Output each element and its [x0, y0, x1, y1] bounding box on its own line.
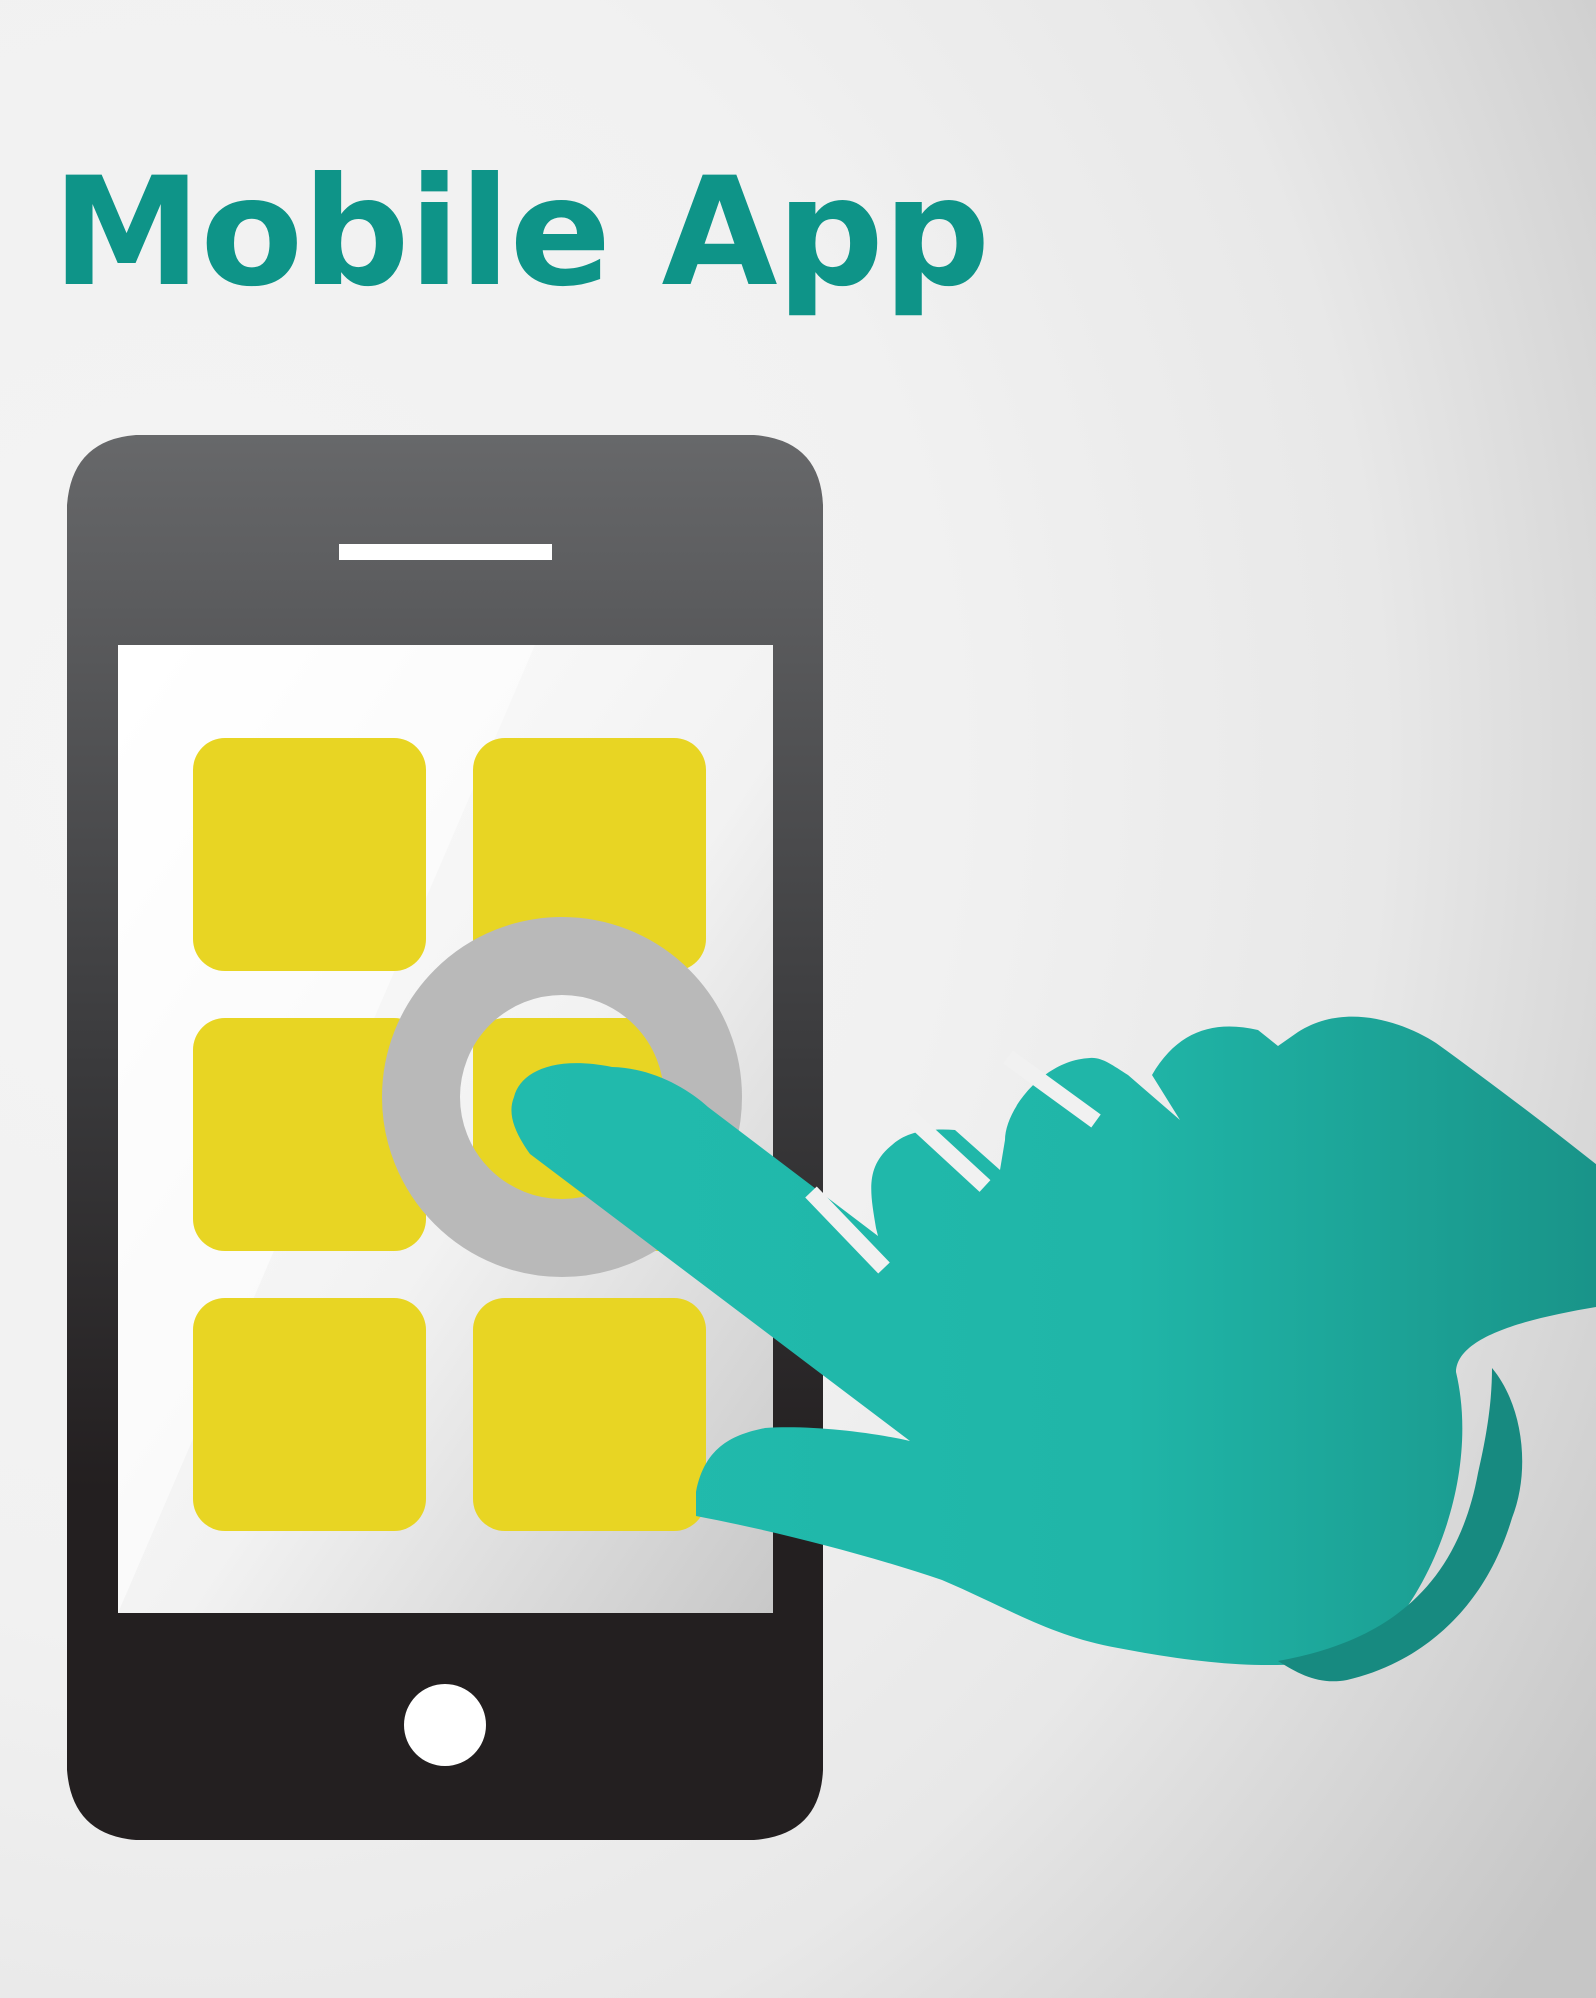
home-button[interactable]	[404, 1684, 486, 1766]
app-tile[interactable]	[193, 1298, 426, 1531]
app-tile[interactable]	[473, 1298, 706, 1531]
illustration	[67, 435, 1596, 1840]
speaker-grille	[339, 544, 552, 560]
app-tile[interactable]	[193, 738, 426, 971]
